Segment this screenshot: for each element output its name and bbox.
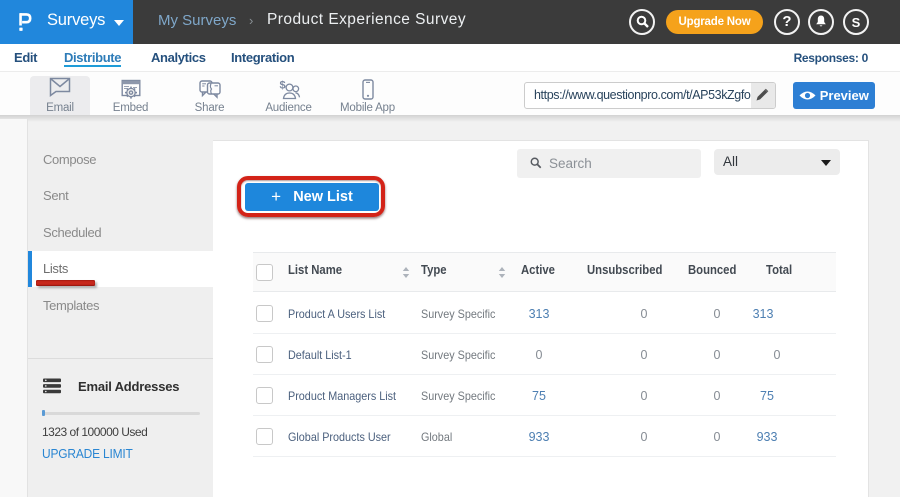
svg-text:$: $ [279, 80, 285, 92]
